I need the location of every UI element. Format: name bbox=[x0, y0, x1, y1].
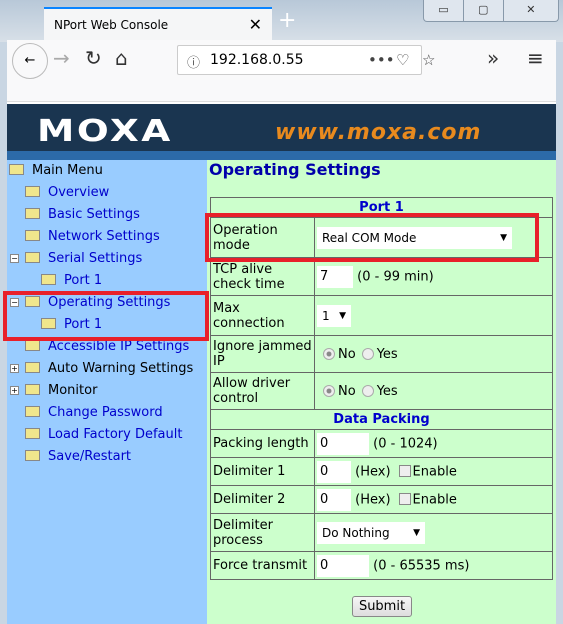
tab-title: NPort Web Console bbox=[54, 18, 169, 32]
close-window-icon[interactable]: ✕ bbox=[504, 0, 558, 21]
forward-icon[interactable]: → bbox=[53, 46, 70, 70]
folder-icon bbox=[25, 406, 40, 417]
minimize-icon[interactable]: ▭ bbox=[424, 0, 464, 21]
menu-item-main-menu[interactable]: Main Menu bbox=[9, 160, 103, 182]
chevron-down-icon: ▼ bbox=[413, 527, 420, 538]
reload-icon[interactable]: ↻ bbox=[85, 46, 102, 70]
folder-icon bbox=[41, 318, 56, 329]
settings-table: Port 1 Operation mode Real COM Mode ▼ TCP … bbox=[210, 197, 553, 580]
menu-item-network-settings[interactable]: Network Settings bbox=[25, 226, 160, 248]
section-header: Data Packing bbox=[210, 409, 553, 430]
folder-icon bbox=[25, 186, 40, 197]
tcp-alive-input[interactable] bbox=[317, 265, 353, 288]
expand-icon[interactable]: + bbox=[10, 364, 19, 373]
sidebar: Main Menu Overview Basic Settings Network S… bbox=[7, 160, 207, 624]
label: Force transmit bbox=[210, 551, 315, 580]
overflow-icon[interactable]: » bbox=[487, 46, 499, 70]
label: Packing length bbox=[210, 429, 315, 458]
delimiter-process-select[interactable]: Do Nothing ▼ bbox=[317, 521, 425, 544]
label: Delimiter 1 bbox=[210, 457, 315, 486]
label: Delimiter process bbox=[210, 513, 315, 552]
website-text: www.moxa.com bbox=[275, 120, 482, 145]
chevron-down-icon: ▼ bbox=[339, 310, 346, 321]
menu-icon[interactable]: ≡ bbox=[527, 46, 544, 70]
maximize-icon[interactable]: ▢ bbox=[464, 0, 504, 21]
info-icon[interactable]: ⓘ bbox=[187, 52, 200, 71]
folder-icon bbox=[25, 208, 40, 219]
folder-icon bbox=[25, 384, 40, 395]
page-title: Operating Settings bbox=[209, 160, 381, 179]
allow-driver-yes-radio[interactable] bbox=[361, 384, 374, 397]
submit-button[interactable]: Submit bbox=[352, 596, 412, 617]
expand-icon[interactable]: + bbox=[10, 386, 19, 395]
back-icon[interactable]: ← bbox=[12, 43, 48, 79]
folder-icon bbox=[25, 450, 40, 461]
collapse-icon[interactable]: − bbox=[10, 298, 19, 307]
menu-item-change-password[interactable]: Change Password bbox=[25, 402, 163, 424]
menu-item-port-1[interactable]: Port 1 bbox=[41, 270, 102, 292]
window-controls: ▭ ▢ ✕ bbox=[423, 0, 559, 22]
menu-item-save-restart[interactable]: Save/Restart bbox=[25, 446, 131, 468]
banner: MOXA www.moxa.com bbox=[7, 104, 556, 160]
home-icon[interactable]: ⌂ bbox=[115, 46, 128, 70]
label: Delimiter 2 bbox=[210, 485, 315, 514]
folder-icon bbox=[25, 340, 40, 351]
menu-item-overview[interactable]: Overview bbox=[25, 182, 109, 204]
url-bar[interactable]: ⓘ 192.168.0.55 ••• ♡ ☆ bbox=[177, 45, 435, 75]
folder-icon bbox=[25, 252, 40, 263]
label: Ignore jammed IP bbox=[210, 335, 315, 373]
section-header: Port 1 bbox=[210, 197, 553, 218]
label: Operation mode bbox=[210, 217, 315, 258]
moxa-logo: MOXA bbox=[37, 114, 173, 149]
delimiter1-input[interactable] bbox=[317, 460, 351, 483]
menu-item-port-1[interactable]: Port 1 bbox=[41, 314, 102, 336]
allow-driver-no-radio[interactable] bbox=[323, 384, 335, 397]
new-tab-icon[interactable]: + bbox=[278, 8, 296, 33]
packing-length-input[interactable] bbox=[317, 432, 369, 455]
close-tab-icon[interactable]: ✕ bbox=[249, 15, 262, 34]
folder-icon bbox=[25, 296, 40, 307]
menu-item-operating-settings[interactable]: − Operating Settings bbox=[10, 292, 170, 314]
folder-icon bbox=[9, 164, 24, 175]
delimiter2-enable-checkbox[interactable] bbox=[398, 493, 411, 505]
force-transmit-input[interactable] bbox=[317, 554, 369, 577]
menu-item-auto-warning-settings[interactable]: + Auto Warning Settings bbox=[10, 358, 193, 380]
delimiter1-enable-checkbox[interactable] bbox=[398, 465, 411, 477]
menu-item-serial-settings[interactable]: − Serial Settings bbox=[10, 248, 142, 270]
operation-mode-select[interactable]: Real COM Mode ▼ bbox=[317, 226, 512, 249]
menu-item-load-factory-default[interactable]: Load Factory Default bbox=[25, 424, 182, 446]
folder-icon bbox=[25, 362, 40, 373]
menu-item-basic-settings[interactable]: Basic Settings bbox=[25, 204, 140, 226]
bookmark-star-icon[interactable]: ☆ bbox=[422, 51, 435, 69]
label: Max connection bbox=[210, 295, 315, 336]
label: TCP alive check time bbox=[210, 257, 315, 296]
browser-tab[interactable]: NPort Web Console ✕ bbox=[44, 7, 272, 41]
folder-icon bbox=[25, 230, 40, 241]
chevron-down-icon: ▼ bbox=[500, 232, 507, 243]
max-connection-select[interactable]: 1 ▼ bbox=[317, 304, 351, 327]
url-text: 192.168.0.55 bbox=[210, 52, 304, 68]
menu-item-accessible-ip-settings[interactable]: Accessible IP Settings bbox=[25, 336, 189, 358]
ignore-jammed-yes-radio[interactable] bbox=[361, 347, 374, 360]
menu-item-monitor[interactable]: + Monitor bbox=[10, 380, 97, 402]
ignore-jammed-no-radio[interactable] bbox=[323, 347, 335, 360]
label: Allow driver control bbox=[210, 372, 315, 410]
folder-icon bbox=[41, 274, 56, 285]
more-icon[interactable]: ••• bbox=[368, 51, 395, 69]
collapse-icon[interactable]: − bbox=[10, 254, 19, 263]
nav-toolbar: ← → ↻ ⌂ ⓘ 192.168.0.55 ••• ♡ ☆ » ≡ bbox=[7, 40, 556, 102]
pocket-icon[interactable]: ♡ bbox=[396, 51, 409, 69]
folder-icon bbox=[25, 428, 40, 439]
delimiter2-input[interactable] bbox=[317, 488, 351, 511]
